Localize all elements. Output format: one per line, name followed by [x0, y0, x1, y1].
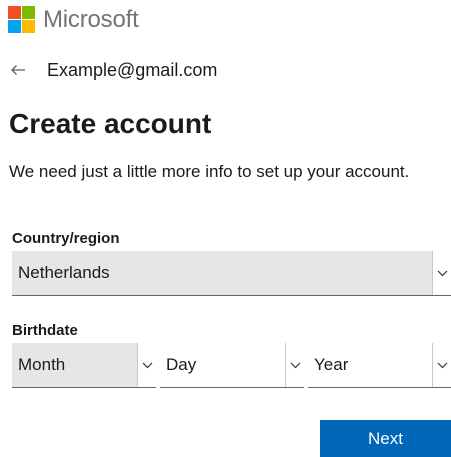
logo-text: Microsoft [43, 6, 139, 33]
year-select[interactable]: Year [308, 343, 451, 388]
logo-green-square [22, 6, 35, 19]
day-select-value: Day [166, 355, 197, 374]
identity-banner: Example@gmail.com [10, 58, 217, 82]
country-label: Country/region [12, 230, 120, 247]
page-title: Create account [9, 108, 212, 139]
page-description: We need just a little more info to set u… [9, 162, 410, 181]
country-select-value: Netherlands [18, 263, 110, 282]
day-select[interactable]: Day [160, 343, 304, 388]
birthdate-label: Birthdate [12, 322, 78, 339]
create-account-page: Microsoft Example@gmail.com Create accou… [0, 0, 451, 457]
logo-red-square [8, 6, 21, 19]
microsoft-squares-icon [8, 6, 35, 33]
logo-blue-square [8, 20, 21, 33]
logo-yellow-square [22, 20, 35, 33]
country-select[interactable]: Netherlands [12, 251, 451, 296]
chevron-down-icon [137, 343, 156, 387]
microsoft-logo: Microsoft [8, 6, 139, 33]
month-select[interactable]: Month [12, 343, 156, 388]
chevron-down-icon [432, 343, 451, 387]
next-button[interactable]: Next [320, 420, 451, 457]
year-select-value: Year [314, 355, 349, 374]
chevron-down-icon [285, 343, 304, 387]
back-arrow-icon[interactable] [10, 59, 32, 81]
identity-email: Example@gmail.com [47, 60, 218, 80]
chevron-down-icon [432, 251, 451, 295]
month-select-value: Month [18, 355, 66, 374]
